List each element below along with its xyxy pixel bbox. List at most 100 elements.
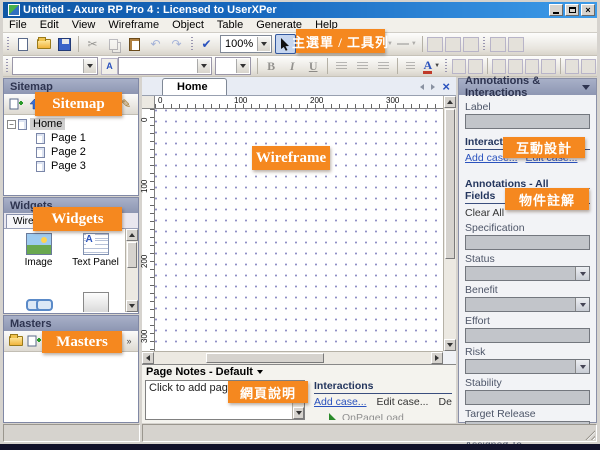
italic-button[interactable]: I [282,56,303,76]
toolbar-grip[interactable] [5,59,10,74]
scroll-up-button[interactable] [126,229,138,241]
scroll-down-button[interactable] [293,407,304,419]
masters-list[interactable] [4,352,138,420]
scroll-thumb[interactable] [445,109,455,259]
add-master-button[interactable] [25,333,43,350]
widget-hyperlink[interactable]: Hyperlink [10,292,67,312]
maximize-button[interactable] [565,4,579,16]
send-backward-button[interactable] [541,59,556,74]
prev-tab-icon[interactable] [420,84,424,90]
delete-case-link[interactable]: Delete case... [438,396,452,408]
spell-check-button[interactable]: ✔ [196,34,217,54]
widgets-scrollbar[interactable] [125,229,138,312]
new-button[interactable] [12,34,33,54]
layout-tool-button[interactable] [508,37,524,52]
tree-item-page-3[interactable]: Page 3 [4,159,138,173]
chevron-down-button[interactable] [575,360,589,373]
scroll-right-button[interactable] [431,352,443,364]
menu-edit[interactable]: Edit [40,19,59,31]
redo-button[interactable]: ↷ [166,34,187,54]
tree-expander-icon[interactable]: − [7,120,16,129]
scroll-thumb[interactable] [127,242,137,268]
close-tab-icon[interactable]: × [442,80,450,93]
tree-item-page-1[interactable]: Page 1 [4,131,138,145]
style-dropdown-button[interactable] [197,59,210,73]
bring-forward-button[interactable] [525,59,540,74]
layout-tool-button[interactable] [490,37,506,52]
distribute-button[interactable] [581,59,596,74]
scroll-left-button[interactable] [142,352,154,364]
widget-rectangle[interactable]: Rectangle [67,292,124,312]
risk-select[interactable] [465,359,590,374]
menu-table[interactable]: Table [217,19,243,31]
toolbar-grip[interactable] [5,37,10,52]
page-notes-header[interactable]: Page Notes - Default [142,365,456,379]
widget-image[interactable]: Image [10,233,67,268]
menu-wireframe[interactable]: Wireframe [108,19,159,31]
undo-button[interactable]: ↶ [145,34,166,54]
font-family-dropdown-button[interactable] [83,59,96,73]
canvas-horizontal-scrollbar[interactable] [142,351,443,364]
benefit-select[interactable] [465,297,590,312]
toolbar-grip[interactable] [444,59,449,74]
size-dropdown-button[interactable] [236,59,249,73]
toolbar-overflow-button[interactable]: » [123,333,135,350]
scroll-down-button[interactable] [444,339,456,351]
font-family-select[interactable] [12,57,98,75]
scroll-up-button[interactable] [444,96,456,108]
align-left-button[interactable] [331,56,352,76]
next-tab-icon[interactable] [431,84,435,90]
menu-file[interactable]: File [9,19,27,31]
underline-button[interactable]: U [303,56,324,76]
tree-item-page-2[interactable]: Page 2 [4,145,138,159]
font-size-button[interactable]: A [101,58,118,75]
group-button[interactable] [452,59,467,74]
toolbar-grip[interactable] [189,37,194,52]
zoom-dropdown-button[interactable] [257,37,270,51]
copy-button[interactable] [103,34,124,54]
edit-case-link[interactable]: Edit case... [377,396,429,408]
open-button[interactable] [33,34,54,54]
align-right-button[interactable] [373,56,394,76]
shape-tool-button[interactable] [427,37,443,52]
annotations-panel-header[interactable]: Annotations & Interactions [459,79,596,95]
minimize-button[interactable] [549,4,563,16]
menu-view[interactable]: View [72,19,96,31]
scroll-thumb[interactable] [206,353,324,363]
align-center-button[interactable] [352,56,373,76]
resize-grip[interactable] [583,428,595,440]
bullet-list-button[interactable] [400,56,421,76]
zoom-select[interactable]: 100% [220,35,272,53]
menu-object[interactable]: Object [172,19,204,31]
close-button[interactable]: × [581,4,595,16]
save-button[interactable] [54,34,75,54]
open-master-button[interactable] [7,333,25,350]
style-select[interactable] [118,57,212,75]
chevron-down-button[interactable] [575,267,589,280]
send-back-button[interactable] [508,59,523,74]
add-page-button[interactable] [7,96,25,113]
tab-home[interactable]: Home [162,78,227,95]
specification-input[interactable] [465,235,590,250]
bold-button[interactable]: B [261,56,282,76]
distribute-button[interactable] [565,59,580,74]
font-size-select[interactable] [215,57,251,75]
tree-item-home[interactable]: −Home [4,117,138,131]
shape-tool-button[interactable] [445,37,461,52]
stability-input[interactable] [465,390,590,405]
ungroup-button[interactable] [468,59,483,74]
onpageload-event-row[interactable]: OnPageLoad [328,412,452,420]
canvas-vertical-scrollbar[interactable] [443,96,456,351]
label-input[interactable] [465,114,590,129]
bring-front-button[interactable] [492,59,507,74]
status-select[interactable] [465,266,590,281]
add-case-link[interactable]: Add case... [314,396,367,408]
chevron-down-button[interactable] [575,298,589,311]
scroll-down-button[interactable] [126,300,138,312]
cut-button[interactable]: ✂ [82,34,103,54]
toolbar-grip[interactable] [482,37,487,52]
effort-input[interactable] [465,328,590,343]
font-color-dropdown[interactable]: A▼ [421,56,442,76]
shape-tool-button[interactable] [463,37,479,52]
arrow-style-dropdown[interactable]: ▼ [395,34,419,54]
